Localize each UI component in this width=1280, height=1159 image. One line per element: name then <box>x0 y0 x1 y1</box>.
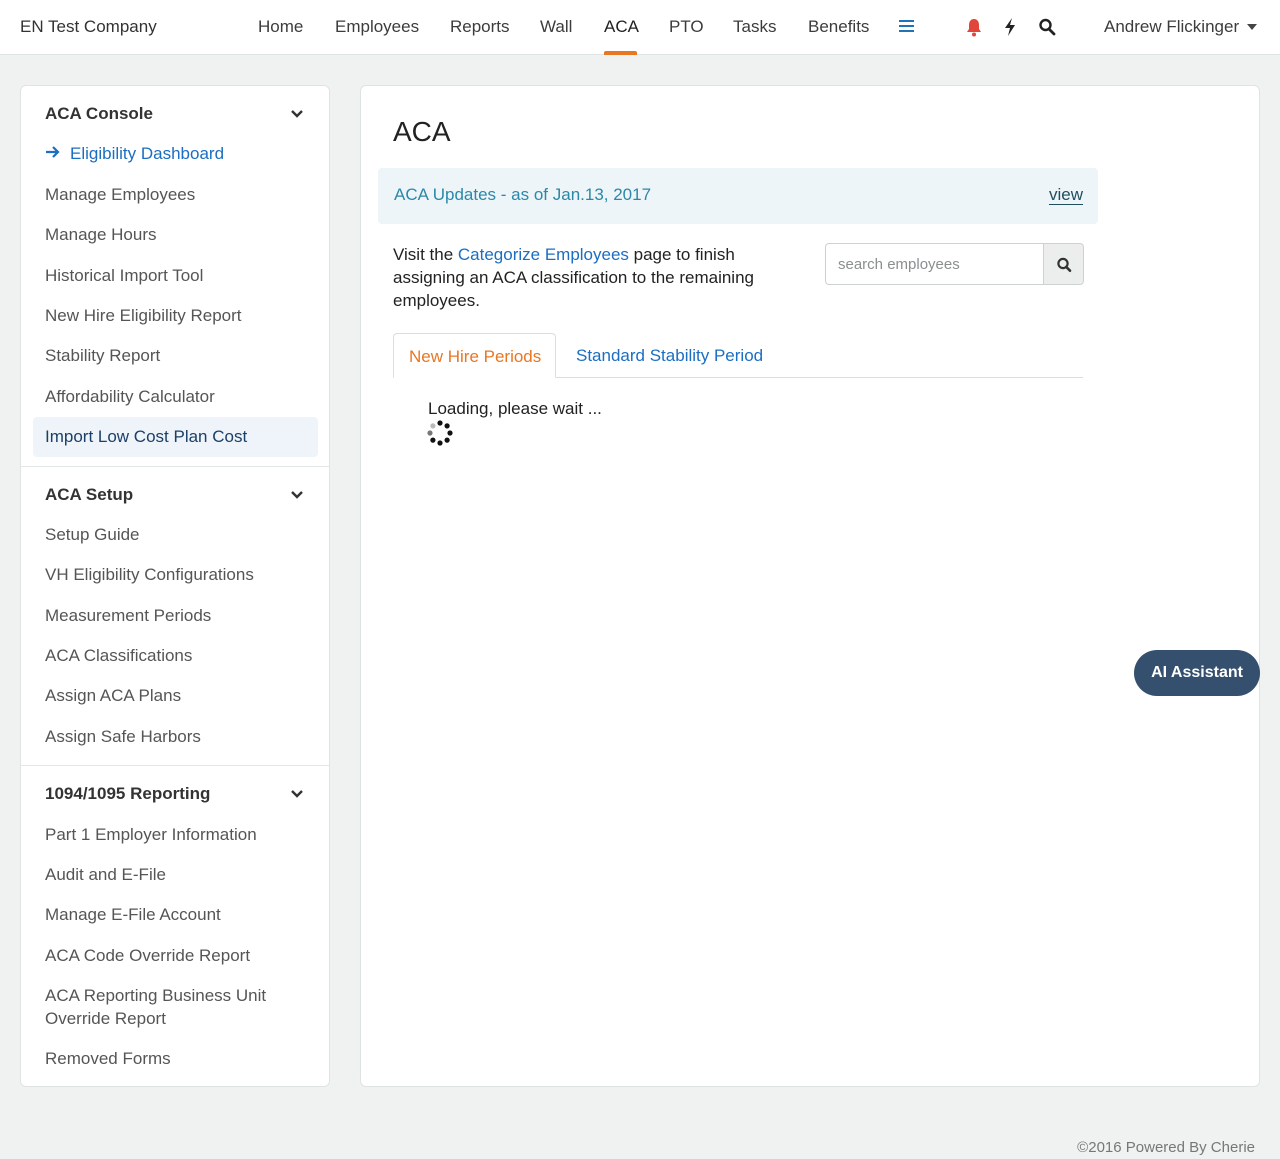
sidebar-item-measurement-periods[interactable]: Measurement Periods <box>45 604 211 627</box>
instructions-prefix: Visit the <box>393 245 458 264</box>
search-icon[interactable] <box>1038 17 1056 37</box>
sidebar-item-assign-safe-harbors[interactable]: Assign Safe Harbors <box>45 725 201 748</box>
section-divider <box>21 466 329 467</box>
active-nav-indicator <box>604 51 637 55</box>
aca-updates-text: ACA Updates - as of Jan.13, 2017 <box>394 185 652 204</box>
nav-aca[interactable]: ACA <box>604 17 639 37</box>
aca-updates-banner: ACA Updates - as of Jan.13, 2017 view <box>378 168 1098 224</box>
view-updates-link[interactable]: view <box>1049 185 1083 205</box>
nav-pto[interactable]: PTO <box>669 17 704 37</box>
sidebar-item-aca-reporting-business-unit-override-report[interactable]: ACA Reporting Business Unit Override Rep… <box>45 984 295 1030</box>
aca-sidebar: ACA Console Eligibility Dashboard Manage… <box>20 85 330 1087</box>
sidebar-item-new-hire-eligibility-report[interactable]: New Hire Eligibility Report <box>45 304 242 327</box>
page-title: ACA <box>393 116 451 147</box>
sidebar-item-part-1-employer-information[interactable]: Part 1 Employer Information <box>45 823 257 846</box>
bell-icon[interactable] <box>965 17 983 37</box>
lightning-icon[interactable] <box>1001 17 1019 37</box>
loading-spinner-icon <box>427 420 453 446</box>
sidebar-item-removed-forms[interactable]: Removed Forms <box>45 1047 171 1070</box>
tab-new-hire-periods[interactable]: New Hire Periods <box>393 333 556 378</box>
nav-wall[interactable]: Wall <box>540 17 572 37</box>
chevron-down-icon[interactable] <box>290 789 304 799</box>
ai-assistant-button[interactable]: AI Assistant <box>1134 650 1260 696</box>
tab-standard-stability-period[interactable]: Standard Stability Period <box>576 333 763 378</box>
top-navigation-bar: EN Test Company Home Employees Reports W… <box>0 0 1280 55</box>
section-aca-setup[interactable]: ACA Setup <box>45 485 133 505</box>
sidebar-item-manage-e-file-account[interactable]: Manage E-File Account <box>45 903 221 926</box>
chevron-down-icon[interactable] <box>290 490 304 500</box>
company-name[interactable]: EN Test Company <box>20 17 157 37</box>
sidebar-item-manage-employees[interactable]: Manage Employees <box>45 183 195 206</box>
section-aca-console[interactable]: ACA Console <box>45 104 153 124</box>
sidebar-item-import-low-cost-plan-cost[interactable]: Import Low Cost Plan Cost <box>45 425 247 448</box>
sidebar-item-aca-classifications[interactable]: ACA Classifications <box>45 644 192 667</box>
sidebar-item-historical-import-tool[interactable]: Historical Import Tool <box>45 264 203 287</box>
nav-reports[interactable]: Reports <box>450 17 510 37</box>
search-icon <box>1057 257 1072 273</box>
nav-benefits[interactable]: Benefits <box>808 17 869 37</box>
arrow-right-icon <box>46 146 60 158</box>
nav-home[interactable]: Home <box>258 17 303 37</box>
loading-message: Loading, please wait ... <box>428 399 602 418</box>
section-divider <box>21 765 329 766</box>
sidebar-item-audit-and-e-file[interactable]: Audit and E-File <box>45 863 166 886</box>
section-1094-1095-reporting[interactable]: 1094/1095 Reporting <box>45 784 210 804</box>
search-employees-button[interactable] <box>1043 243 1084 285</box>
sidebar-item-assign-aca-plans[interactable]: Assign ACA Plans <box>45 684 181 707</box>
sidebar-item-setup-guide[interactable]: Setup Guide <box>45 523 140 546</box>
sidebar-item-stability-report[interactable]: Stability Report <box>45 344 160 367</box>
sidebar-item-aca-code-override-report[interactable]: ACA Code Override Report <box>45 944 250 967</box>
main-panel: ACA ACA Updates - as of Jan.13, 2017 vie… <box>360 85 1260 1087</box>
nav-tasks[interactable]: Tasks <box>733 17 776 37</box>
chevron-down-icon[interactable] <box>290 109 304 119</box>
categorize-employees-link[interactable]: Categorize Employees <box>458 245 629 264</box>
sidebar-item-manage-hours[interactable]: Manage Hours <box>45 223 157 246</box>
sidebar-item-vh-eligibility-configurations[interactable]: VH Eligibility Configurations <box>45 563 254 586</box>
sidebar-item-eligibility-dashboard[interactable]: Eligibility Dashboard <box>70 142 224 165</box>
chevron-down-icon[interactable] <box>1247 24 1257 30</box>
sidebar-item-affordability-calculator[interactable]: Affordability Calculator <box>45 385 215 408</box>
user-menu[interactable]: Andrew Flickinger <box>1104 17 1239 37</box>
menu-icon[interactable] <box>899 20 914 34</box>
footer-copyright: ©2016 Powered By Cherie <box>1077 1139 1255 1156</box>
nav-employees[interactable]: Employees <box>335 17 419 37</box>
search-employees-input[interactable] <box>825 243 1044 285</box>
categorize-instructions: Visit the Categorize Employees page to f… <box>393 243 793 312</box>
